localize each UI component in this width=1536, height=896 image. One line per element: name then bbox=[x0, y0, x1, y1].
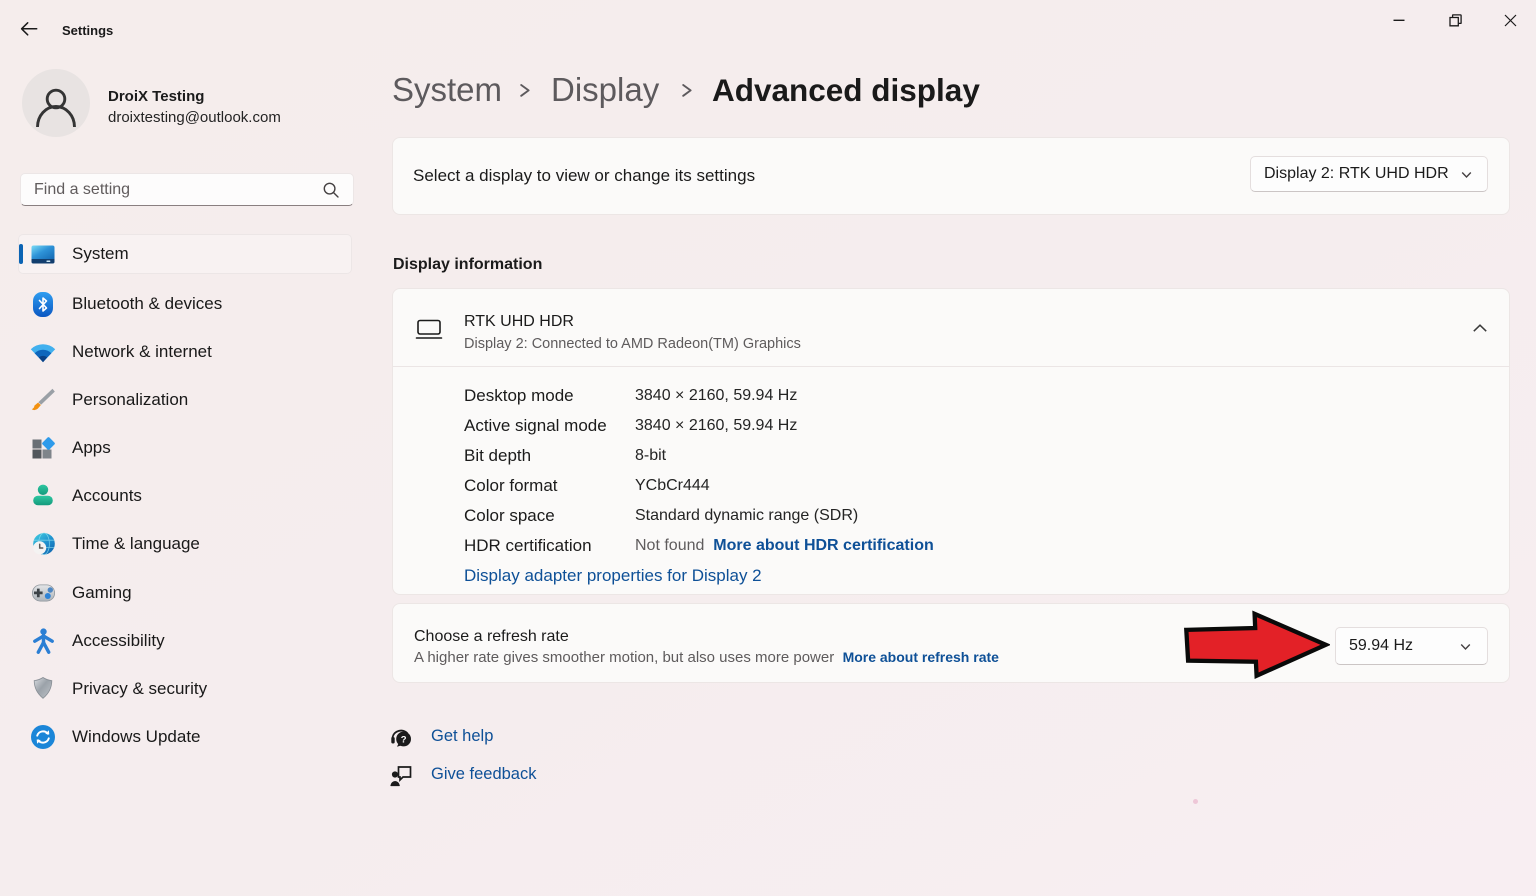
svg-text:?: ? bbox=[401, 735, 407, 746]
